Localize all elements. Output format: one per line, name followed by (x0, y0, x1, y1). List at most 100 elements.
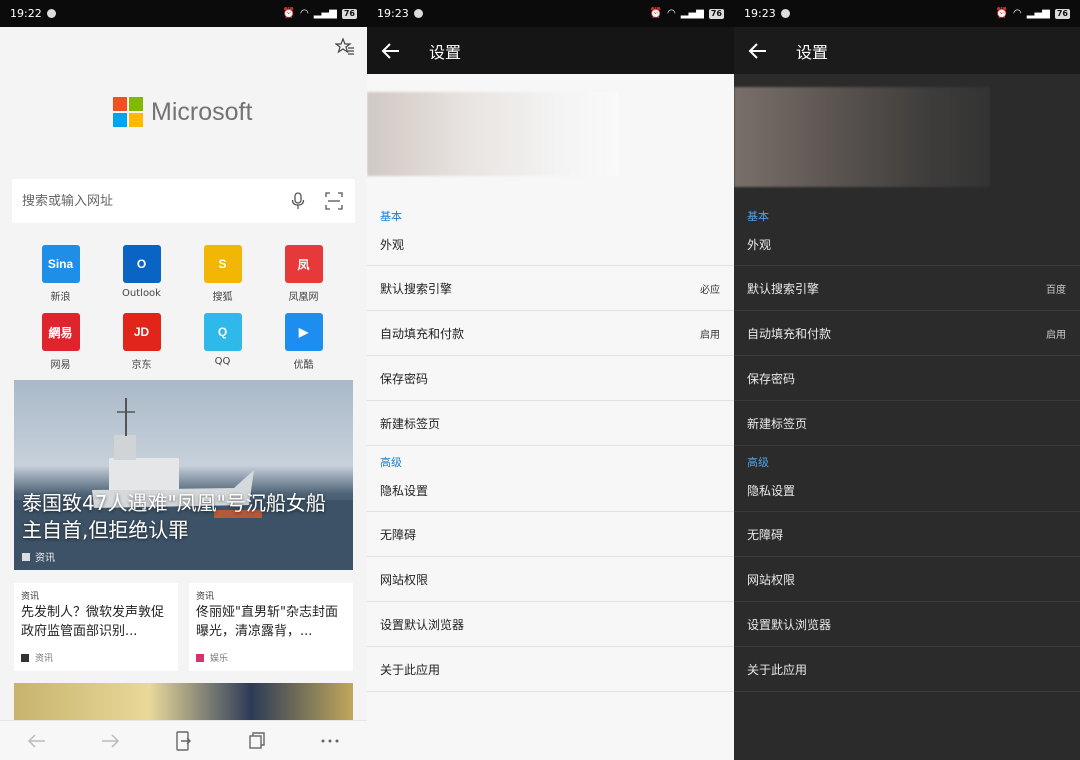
hero-news-card[interactable]: 泰国致47人遇难"凤凰"号沉船女船主自首,但拒绝认罪 资讯 (14, 380, 353, 570)
advanced-settings-group: 隐私设置无障碍网站权限 设置默认浏览器 关于此应用 (734, 470, 1080, 692)
wifi-icon: ◠ (667, 8, 676, 19)
back-arrow-icon[interactable] (748, 41, 768, 61)
status-icons: ⏰ ◠ ▂▄▆ 76 (283, 8, 357, 19)
news-card-tag: 资讯 (196, 592, 215, 602)
battery-level: 76 (708, 8, 724, 19)
edge-home-screen: 19:22 ⏰ ◠ ▂▄▆ 76 Microsoft 搜索或输入网址 Sina … (0, 0, 367, 760)
news-banner-image[interactable] (14, 683, 353, 720)
account-profile-blurred[interactable] (734, 87, 990, 187)
back-arrow-icon[interactable] (381, 41, 401, 61)
microsoft-logo-icon (113, 97, 143, 127)
top-site-youku[interactable]: ▶ 优酷 (263, 313, 344, 371)
status-bar: 19:23 ⏰ ◠ ▂▄▆ 76 (734, 0, 1080, 27)
settings-row[interactable]: 自动填充和付款 启用 (367, 311, 734, 356)
news-cards: 资讯 先发制人？微软发声敦促政府监管面部识别... 资讯 资讯 佟丽娅"直男斩"杂志封面… (14, 583, 353, 671)
settings-row-label: 无障碍 (747, 527, 784, 542)
settings-row[interactable]: 新建标签页 (367, 401, 734, 446)
settings-row-label: 网站权限 (380, 572, 429, 587)
settings-row[interactable]: 关于此应用 (367, 647, 734, 692)
home-content: Microsoft Sina 新浪 O Outlook S 搜狐 凤凤凰网網易网易 JD 京东 Q… (0, 27, 367, 720)
settings-row[interactable]: 设置默认浏览器 (734, 602, 1080, 647)
top-site-label: 网易 (50, 360, 71, 371)
settings-row[interactable]: 默认搜索引擎 百度 (734, 266, 1080, 311)
battery-level: 76 (341, 8, 357, 19)
settings-row[interactable]: 关于此应用 (734, 647, 1080, 692)
news-card-source: 资讯 (21, 651, 53, 664)
settings-row[interactable]: 隐私设置 (367, 470, 734, 512)
settings-row[interactable]: 新建标签页 (734, 401, 1080, 446)
tabs-button[interactable] (242, 726, 272, 756)
top-site-label: 搜狐 (212, 292, 233, 303)
forward-button[interactable] (95, 726, 125, 756)
top-site-outlook[interactable]: O Outlook (101, 245, 182, 303)
settings-row-label: 无障碍 (380, 527, 417, 542)
search-bar (12, 179, 355, 223)
status-icons: ⏰ ◠ ▂▄▆ 76 (650, 8, 724, 19)
news-card[interactable]: 资讯 先发制人？微软发声敦促政府监管面部识别... 资讯 (14, 583, 178, 671)
youku-icon: ▶ (284, 313, 323, 351)
settings-row[interactable]: 网站权限 (734, 557, 1080, 602)
settings-row[interactable]: 隐私设置 (734, 470, 1080, 512)
top-site-netease[interactable]: 網易 网易 (20, 313, 101, 371)
sohu-icon: S (203, 245, 242, 283)
settings-row-label: 新建标签页 (380, 416, 441, 431)
back-button[interactable] (22, 726, 52, 756)
settings-row[interactable]: 默认搜索引擎 必应 (367, 266, 734, 311)
settings-row[interactable]: 保存密码 (367, 356, 734, 401)
settings-row[interactable]: 网站权限 (367, 557, 734, 602)
top-site-qq[interactable]: Q QQ (182, 313, 263, 371)
alarm-icon: ⏰ (649, 8, 663, 19)
settings-row-value: 启用 (1046, 329, 1066, 341)
settings-row[interactable]: 外观 (367, 224, 734, 266)
alarm-icon: ⏰ (995, 8, 1009, 19)
section-basic: 基本 (747, 210, 769, 223)
signal-icon: ▂▄▆ (1026, 8, 1050, 19)
top-site-sina[interactable]: Sina 新浪 (20, 245, 101, 303)
status-bar: 19:23 ⏰ ◠ ▂▄▆ 76 (367, 0, 734, 27)
notification-icon (413, 9, 423, 18)
settings-app-bar: 设置 (734, 27, 1080, 74)
more-button[interactable] (315, 726, 345, 756)
source-icon (22, 552, 30, 561)
scan-icon[interactable] (323, 190, 345, 212)
settings-screen-dark: 19:23 ⏰ ◠ ▂▄▆ 76 设置 基本 外观 默认搜索引擎 百度 自动填充和付款… (734, 0, 1080, 760)
settings-row[interactable]: 设置默认浏览器 (367, 602, 734, 647)
search-input[interactable] (22, 193, 273, 209)
continue-on-pc-button[interactable] (168, 726, 198, 756)
news-card-source-label: 娱乐 (210, 654, 229, 664)
news-card-source: 娱乐 (196, 651, 228, 664)
settings-row-label: 保存密码 (380, 371, 429, 386)
netease-icon: 網易 (41, 313, 80, 351)
source-icon (21, 653, 29, 662)
microphone-icon[interactable] (287, 190, 309, 212)
top-site-ifeng[interactable]: 凤凤凰网 (263, 245, 344, 303)
tabs-icon (249, 731, 265, 749)
qq-icon: Q (203, 313, 242, 351)
section-advanced: 高级 (380, 456, 402, 469)
settings-row-label: 外观 (380, 238, 405, 252)
news-card[interactable]: 资讯 佟丽娅"直男斩"杂志封面曝光，清凉露背，... 娱乐 (189, 583, 353, 671)
favorites-icon[interactable] (335, 37, 355, 57)
settings-row[interactable]: 保存密码 (734, 356, 1080, 401)
settings-list: 基本 外观默认搜索引擎 必应 自动填充和付款 启用保存密码新建标签页 高级 隐私设置无… (367, 200, 734, 692)
wifi-icon: ◠ (300, 8, 309, 19)
section-basic: 基本 (380, 210, 402, 223)
settings-row[interactable]: 外观 (734, 224, 1080, 266)
top-site-jd[interactable]: JD 京东 (101, 313, 182, 371)
settings-row-value: 启用 (700, 329, 720, 341)
top-site-sohu[interactable]: S 搜狐 (182, 245, 263, 303)
settings-row-label: 自动填充和付款 (747, 326, 832, 341)
account-profile-blurred[interactable] (367, 92, 619, 176)
settings-row-value: 必应 (700, 284, 720, 296)
jd-icon: JD (122, 313, 161, 351)
status-icons: ⏰ ◠ ▂▄▆ 76 (996, 8, 1070, 19)
status-time: 19:22 (10, 7, 42, 20)
status-time: 19:23 (744, 7, 776, 20)
settings-row[interactable]: 自动填充和付款 启用 (734, 311, 1080, 356)
top-site-label: 优酷 (293, 360, 314, 371)
settings-row[interactable]: 无障碍 (367, 512, 734, 557)
top-site-label: 凤凰网 (288, 292, 319, 303)
settings-row-label: 新建标签页 (747, 416, 808, 431)
settings-row[interactable]: 无障碍 (734, 512, 1080, 557)
status-bar: 19:22 ⏰ ◠ ▂▄▆ 76 (0, 0, 367, 27)
